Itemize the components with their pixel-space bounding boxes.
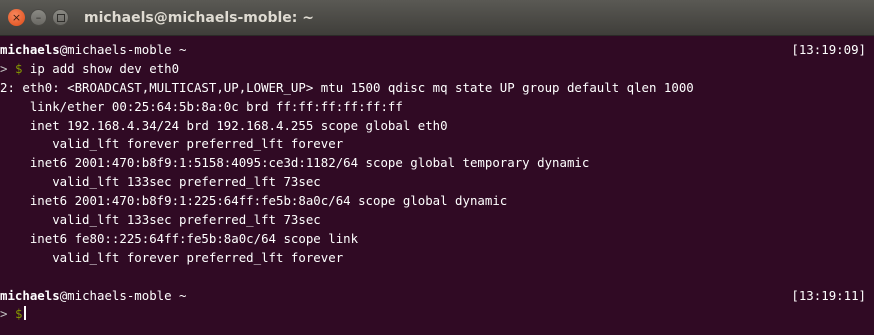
- input-line[interactable]: > $: [0, 305, 870, 324]
- output-line: 2: eth0: <BROADCAST,MULTICAST,UP,LOWER_U…: [0, 79, 694, 95]
- output-line: link/ether 00:25:64:5b:8a:0c brd ff:ff:f…: [0, 98, 403, 114]
- prompt-timestamp: [13:19:11]: [791, 287, 866, 303]
- prompt-user: michaels: [0, 42, 60, 57]
- text-cursor: [24, 306, 27, 321]
- maximize-button[interactable]: [52, 9, 69, 26]
- prompt-user: michaels: [0, 287, 60, 303]
- title-bar: × – michaels@michaels-moble: ~: [0, 0, 874, 36]
- prompt-host: @michaels-moble ~: [59, 287, 187, 303]
- output-line: inet6 2001:470:b8f9:1:225:64ff:fe5b:8a0c…: [0, 193, 508, 209]
- close-button[interactable]: ×: [8, 9, 25, 26]
- terminal-content[interactable]: michaels@michaels-moble ~ [13:19:09] > $ …: [0, 36, 874, 335]
- output-line: inet 192.168.4.34/24 brd 192.168.4.255 s…: [0, 117, 448, 133]
- output-line: valid_lft forever preferred_lft forever: [0, 249, 344, 265]
- command-line: > $ ip add show dev eth0: [0, 60, 870, 79]
- prompt-host: @michaels-moble ~: [59, 42, 187, 57]
- output-line: valid_lft 133sec preferred_lft 73sec: [0, 174, 321, 190]
- output-line: valid_lft forever preferred_lft forever: [0, 136, 344, 152]
- window-title: michaels@michaels-moble: ~: [84, 9, 314, 26]
- command-text: ip add show dev eth0: [29, 60, 180, 76]
- output-line: inet6 2001:470:b8f9:1:5158:4095:ce3d:118…: [0, 155, 590, 171]
- minimize-button[interactable]: –: [30, 9, 47, 26]
- prompt-dollar: $: [14, 60, 23, 76]
- output-line: valid_lft 133sec preferred_lft 73sec: [0, 212, 321, 228]
- output-line: inet6 fe80::225:64ff:fe5b:8a0c/64 scope …: [0, 230, 359, 246]
- prompt-line: michaels@michaels-moble ~ [13:19:11]: [0, 287, 870, 306]
- terminal-window: × – michaels@michaels-moble: ~ michaels@…: [0, 0, 874, 335]
- prompt-arrow: >: [0, 306, 8, 322]
- prompt-arrow: >: [0, 60, 8, 76]
- prompt-line: michaels@michaels-moble ~ [13:19:09]: [0, 41, 870, 60]
- prompt-timestamp: [13:19:09]: [791, 42, 866, 57]
- prompt-dollar: $: [14, 306, 23, 322]
